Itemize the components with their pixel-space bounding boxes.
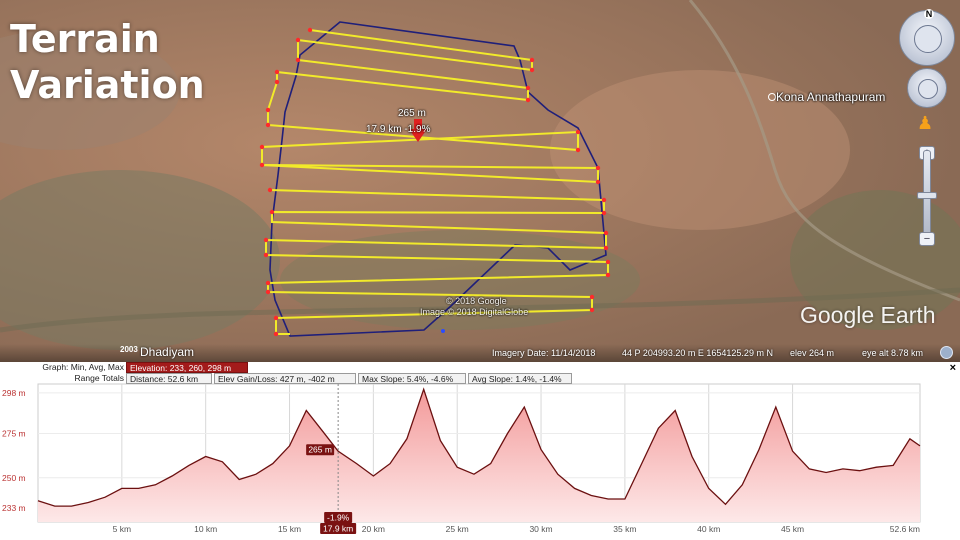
imagery-copyright: © 2018 Google <box>446 296 507 306</box>
cursor-distance-badge: 17.9 km <box>323 524 353 534</box>
compass-north-icon[interactable]: N <box>924 9 934 19</box>
marker-distance-slope-label: 17.9 km -1.9% <box>366 124 431 135</box>
profile-header-row2: Range Totals Distance: 52.6 km Elev Gain… <box>0 373 960 384</box>
x-tick-label: 30 km <box>529 524 552 534</box>
cursor-slope-badge: -1.9% <box>327 513 350 523</box>
y-tick-label: 275 m <box>2 429 26 439</box>
imagery-credit: Image © 2018 DigitalGlobe <box>420 307 529 317</box>
town-marker-icon[interactable] <box>768 93 776 101</box>
slide-title-line2: Variation <box>10 63 205 107</box>
move-joystick-icon[interactable] <box>918 79 938 99</box>
google-earth-logo: Google Earth <box>800 302 936 328</box>
town-label[interactable]: Kona Annathapuram <box>776 90 885 104</box>
slide-title-line1: Terrain <box>10 17 160 61</box>
cursor-elevation-badge: 265 m <box>308 445 332 455</box>
elev-gain-loss: Elev Gain/Loss: 427 m, -402 m <box>214 373 356 384</box>
profile-header-row1: Graph: Min, Avg, Max Elevation: 233, 260… <box>0 362 960 373</box>
x-tick-label: 20 km <box>362 524 385 534</box>
pegman-icon[interactable]: ♟ <box>917 113 933 134</box>
marker-elevation-label: 265 m <box>398 108 426 119</box>
y-tick-label: 298 m <box>2 388 26 398</box>
x-tick-label: 25 km <box>446 524 469 534</box>
map-view[interactable]: Terrain Variation 265 m 17.9 km -1.9% © … <box>0 0 960 362</box>
range-totals-label: Range Totals <box>74 373 124 383</box>
elevation-profile-panel[interactable]: 298 m 275 m 250 m 233 m 5 km 10 km 15 km 20 km 2… <box>0 362 960 540</box>
look-joystick-icon[interactable] <box>914 25 942 53</box>
zoom-slider-thumb[interactable] <box>917 192 937 199</box>
x-end-label: 52.6 km <box>890 524 920 534</box>
y-tick-label: 233 m <box>2 503 26 513</box>
historical-year-badge[interactable]: 2003 <box>120 345 138 354</box>
move-joystick[interactable] <box>907 68 947 108</box>
pointer-elevation: elev 264 m <box>790 348 835 358</box>
path-end-point <box>441 329 445 333</box>
distance-total: Distance: 52.6 km <box>126 373 212 384</box>
search-icon[interactable] <box>940 346 953 359</box>
x-tick-label: 40 km <box>697 524 720 534</box>
zoom-out-button[interactable]: − <box>919 232 935 246</box>
pointer-coordinates: 44 P 204993.20 m E 1654125.29 m N <box>622 348 773 358</box>
elevation-stats: Elevation: 233, 260, 298 m <box>126 362 248 373</box>
avg-slope: Avg Slope: 1.4%, -1.4% <box>468 373 572 384</box>
x-tick-label: 45 km <box>781 524 804 534</box>
imagery-date: Imagery Date: 11/14/2018 <box>492 348 596 358</box>
place-label: Dhadiyam <box>140 345 195 359</box>
close-profile-button[interactable]: × <box>950 362 956 374</box>
x-tick-label: 15 km <box>278 524 301 534</box>
x-tick-label: 5 km <box>113 524 131 534</box>
eye-altitude: eye alt 8.78 km <box>862 348 924 358</box>
look-joystick[interactable]: N <box>899 9 955 66</box>
max-slope: Max Slope: 5.4%, -4.6% <box>358 373 466 384</box>
y-tick-label: 250 m <box>2 473 26 483</box>
elevation-profile-chart[interactable]: 298 m 275 m 250 m 233 m 5 km 10 km 15 km 20 km 2… <box>0 362 960 540</box>
graph-stats-label: Graph: Min, Avg, Max <box>42 362 124 372</box>
x-tick-label: 35 km <box>613 524 636 534</box>
slide-title: Terrain Variation <box>10 16 205 108</box>
x-tick-label: 10 km <box>194 524 217 534</box>
